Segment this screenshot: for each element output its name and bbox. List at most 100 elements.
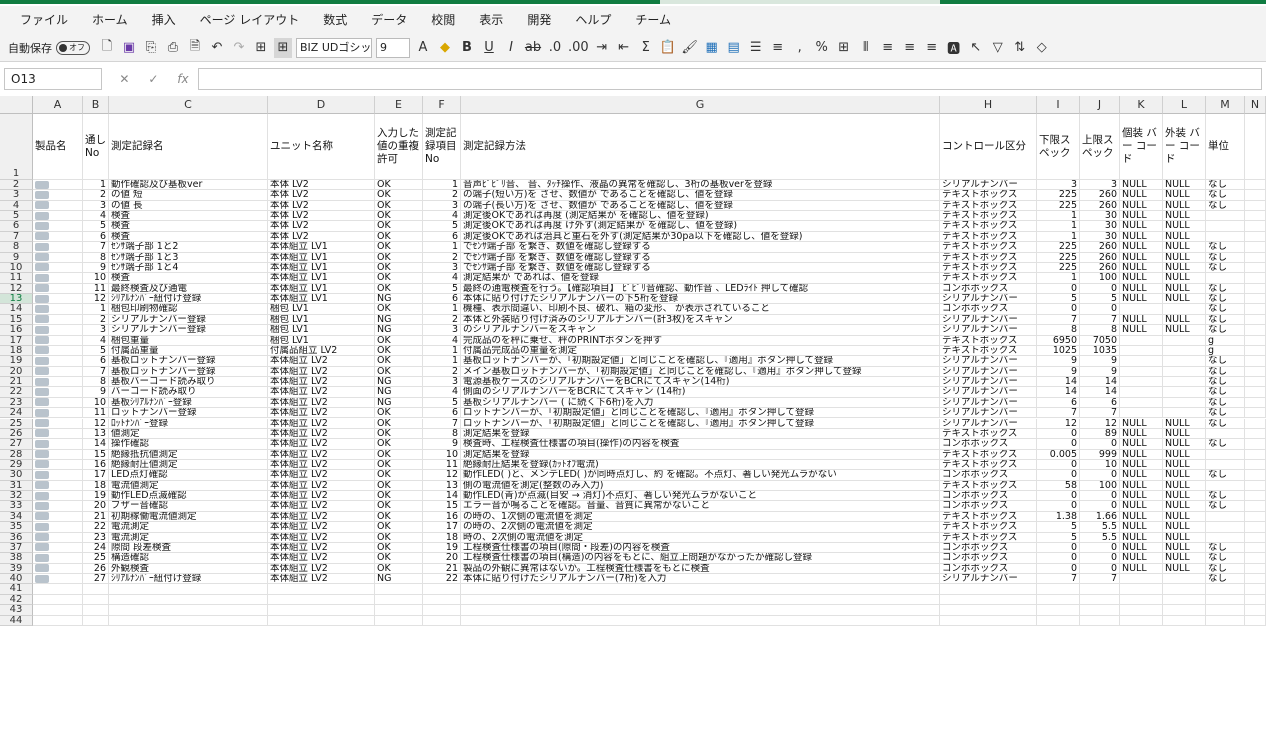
cell-k[interactable] [1120,574,1163,585]
empty-cell[interactable] [1206,615,1245,626]
cell-a[interactable] [33,366,83,378]
empty-cell[interactable] [83,615,109,626]
cell-l[interactable]: NULL [1163,200,1206,212]
cell-i[interactable]: 5 [1037,532,1080,543]
row-header[interactable]: 16 [0,324,33,336]
cell-f[interactable]: 11 [423,459,461,471]
cell-b[interactable]: 1 [83,304,109,315]
cell-j[interactable]: 260 [1080,200,1120,212]
cell-a[interactable] [33,439,83,450]
tab-6[interactable]: 校閲 [419,7,467,33]
cell-m[interactable]: なし [1206,200,1245,212]
cell-g[interactable]: の端子(短い方)を させ、数値が であることを確認し、値を登録 [461,190,940,201]
cell-a[interactable] [33,231,83,243]
empty-cell[interactable] [1245,397,1266,409]
cell-b[interactable]: 11 [83,408,109,419]
cell-g[interactable]: 工程検査仕様書の項目(隙間・段差)の内容を検査 [461,542,940,554]
cell-c[interactable]: ﾛｯﾄﾅﾝﾊﾞｰ登録 [109,418,268,429]
cell-h[interactable]: テキストボックス [940,273,1037,284]
cell-h[interactable]: テキストボックス [940,231,1037,243]
column-header-j[interactable]: J [1080,96,1120,114]
cell-f[interactable]: 1 [423,242,461,253]
cell-l[interactable]: NULL [1163,231,1206,243]
cell-h[interactable]: テキストボックス [940,190,1037,201]
cell-d[interactable]: 本体 LV2 [268,211,375,222]
cell-a[interactable] [33,480,83,492]
cell-j[interactable]: 0 [1080,304,1120,315]
font-size-select[interactable]: 9 [376,37,410,58]
cell-j[interactable]: 100 [1080,480,1120,492]
cell-c[interactable]: 基板バーコード読み取り [109,377,268,388]
cell-j[interactable]: 260 [1080,252,1120,263]
empty-cell[interactable] [1245,408,1266,419]
cell-i[interactable]: 14 [1037,377,1080,388]
empty-cell[interactable] [1163,615,1206,626]
cell-d[interactable]: 梱包 LV1 [268,325,375,336]
cell-i[interactable]: 0 [1037,470,1080,481]
cell-h[interactable]: シリアルナンバー [940,366,1037,378]
cell-k[interactable]: NULL [1120,418,1163,429]
cell-f[interactable]: 21 [423,563,461,575]
cell-k[interactable]: NULL [1120,231,1163,243]
empty-cell[interactable] [375,594,423,606]
empty-cell[interactable] [268,594,375,606]
redo-icon[interactable]: ↷ [230,38,248,58]
cell-e[interactable]: OK [375,449,423,460]
cell-k[interactable] [1120,345,1163,357]
cell-e[interactable]: OK [375,335,423,346]
cell-h[interactable]: シリアルナンバー [940,377,1037,388]
cell-e[interactable]: OK [375,439,423,450]
cell-i[interactable]: 0 [1037,553,1080,564]
cell-e[interactable]: OK [375,418,423,429]
cell-k[interactable]: NULL [1120,542,1163,554]
cell-l[interactable] [1163,345,1206,357]
cell-k[interactable]: NULL [1120,200,1163,212]
comma-icon[interactable]: , [791,38,809,58]
cell-e[interactable]: OK [375,532,423,543]
cell-l[interactable]: NULL [1163,262,1206,274]
select-icon[interactable]: ↖ [967,38,985,58]
cell-a[interactable] [33,501,83,512]
cell-a[interactable] [33,459,83,471]
cell-a[interactable] [33,418,83,429]
cell-m[interactable] [1206,273,1245,284]
select-all-corner[interactable] [0,96,33,114]
tab-3[interactable]: ページ レイアウト [188,7,312,33]
empty-cell[interactable] [1245,511,1266,523]
cell-l[interactable]: NULL [1163,491,1206,502]
cell-k[interactable]: NULL [1120,180,1163,191]
cell-e[interactable]: OK [375,366,423,378]
cell-c[interactable]: シリアルナンバー登録 [109,325,268,336]
cell-a[interactable] [33,387,83,398]
fill-color-icon[interactable]: ◆ [436,38,454,58]
cell-c[interactable]: 動作確認及び基板ver [109,180,268,191]
cell-g[interactable]: 動作LED( )と、メンテLED( )が同時点灯し、約 を確認。不点灯、著しい発… [461,470,940,481]
cell-b[interactable]: 11 [83,283,109,295]
cell-b[interactable]: 8 [83,377,109,388]
cell-c[interactable]: 初期稼働電流値測定 [109,511,268,523]
cell-k[interactable]: NULL [1120,501,1163,512]
cell-d[interactable]: 本体組立 LV2 [268,470,375,481]
cell-d[interactable]: 本体組立 LV1 [268,242,375,253]
cell-b[interactable]: 7 [83,366,109,378]
cell-l[interactable] [1163,335,1206,346]
empty-cell[interactable] [1245,262,1266,274]
cell-b[interactable]: 4 [83,335,109,346]
cell-e[interactable]: OK [375,262,423,274]
cell-d[interactable]: 本体 LV2 [268,221,375,232]
cell-h[interactable]: テキストボックス [940,428,1037,440]
cell-g[interactable]: のシリアルナンバーをスキャン [461,325,940,336]
cell-g[interactable]: でｾﾝｻ端子部 を繋ぎ、数値を確認し登録する [461,262,940,274]
empty-cell[interactable] [1245,242,1266,253]
empty-cell[interactable] [1245,574,1266,585]
cell-d[interactable]: 本体組立 LV2 [268,387,375,398]
cell-k[interactable]: NULL [1120,563,1163,575]
empty-cell[interactable] [1245,501,1266,512]
row-header[interactable]: 24 [0,407,33,419]
cell-m[interactable]: なし [1206,252,1245,263]
cell-e[interactable]: OK [375,242,423,253]
cell-h[interactable]: テキストボックス [940,449,1037,460]
empty-cell[interactable] [1245,377,1266,388]
empty-cell[interactable] [1037,615,1080,626]
cell-a[interactable] [33,273,83,284]
